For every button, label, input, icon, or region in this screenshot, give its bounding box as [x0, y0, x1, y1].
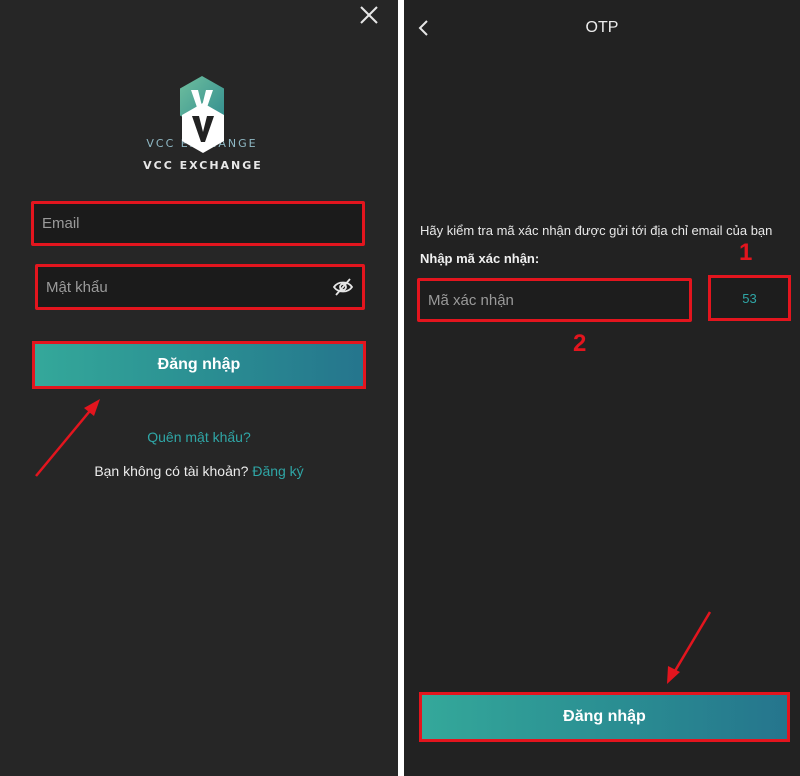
email-input[interactable] [34, 204, 362, 243]
otp-code-label: Nhập mã xác nhận: [420, 251, 540, 266]
otp-code-input[interactable] [420, 281, 689, 319]
annotation-arrow [667, 611, 712, 684]
close-icon[interactable] [356, 2, 382, 28]
otp-instruction: Hãy kiểm tra mã xác nhận được gửi tới đị… [420, 223, 773, 238]
signup-link[interactable]: Đăng ký [252, 463, 303, 479]
signup-prompt: Bạn không có tài khoản? Đăng ký [0, 463, 398, 479]
login-button[interactable]: Đăng nhập [32, 341, 366, 389]
no-account-text: Bạn không có tài khoản? [94, 463, 249, 479]
step-number-2: 2 [573, 330, 587, 357]
step-number-1: 1 [739, 239, 753, 266]
resend-countdown[interactable]: 53 [708, 275, 791, 321]
eye-off-icon[interactable] [332, 277, 354, 297]
email-field[interactable] [31, 201, 365, 246]
vcc-logo-icon [182, 103, 224, 153]
countdown-value: 53 [742, 290, 757, 306]
page-title: OTP [585, 19, 619, 36]
otp-login-button[interactable]: Đăng nhập [419, 692, 790, 742]
otp-screen [404, 0, 800, 776]
password-field[interactable] [35, 264, 365, 310]
brand-name: VCC EXCHANGE [143, 159, 263, 172]
password-input[interactable] [38, 267, 362, 307]
forgot-password-link[interactable]: Quên mật khẩu? [0, 429, 398, 445]
otp-code-field[interactable] [417, 278, 692, 322]
